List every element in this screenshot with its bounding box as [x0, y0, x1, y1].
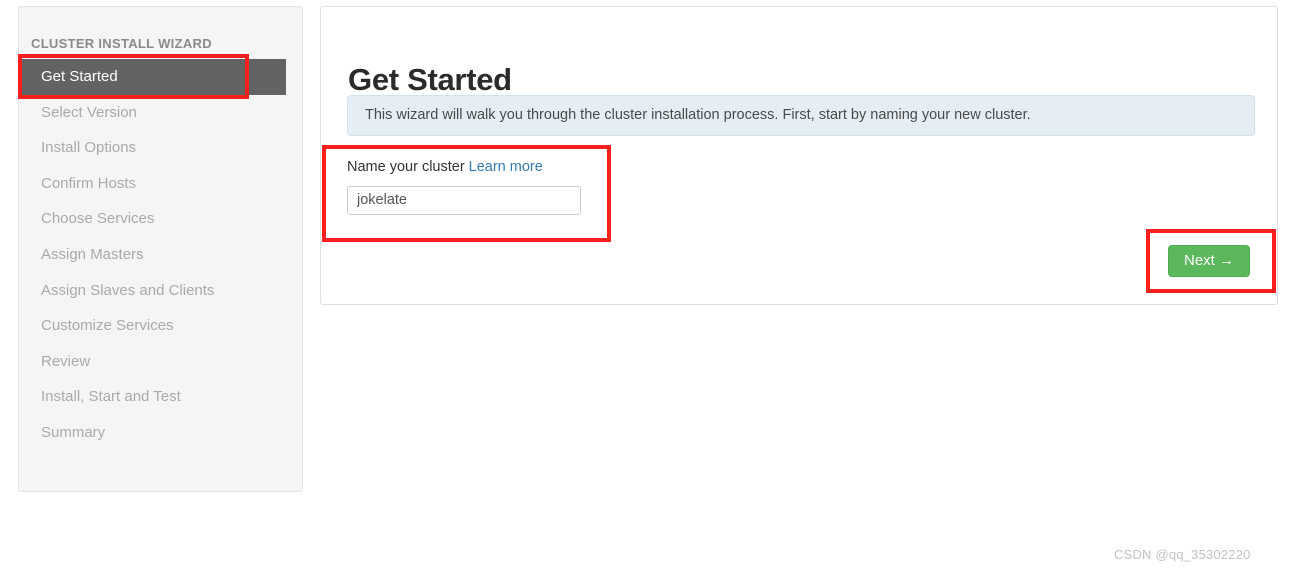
sidebar-item-label: Confirm Hosts — [41, 174, 137, 192]
wizard-info-alert: This wizard will walk you through the cl… — [347, 95, 1255, 136]
sidebar-item-confirm-hosts[interactable]: Confirm Hosts — [19, 166, 302, 202]
sidebar-item-review[interactable]: Review — [19, 344, 302, 380]
sidebar-item-assign-masters[interactable]: Assign Masters — [19, 237, 302, 273]
sidebar-item-label: Customize Services — [41, 317, 174, 335]
sidebar-item-label: Select Version — [41, 103, 137, 121]
learn-more-link[interactable]: Learn more — [469, 159, 543, 175]
get-started-panel: Get Started This wizard will walk you th… — [320, 6, 1278, 305]
sidebar-item-label: Review — [41, 352, 91, 370]
sidebar-item-label: Install, Start and Test — [41, 388, 181, 406]
sidebar-item-label: Install Options — [41, 139, 137, 157]
cluster-name-label: Name your cluster — [347, 159, 465, 175]
page-root: CLUSTER INSTALL WIZARD Get Started Selec… — [0, 0, 1301, 576]
sidebar-item-customize-services[interactable]: Customize Services — [19, 308, 302, 344]
cluster-install-wizard-sidebar: CLUSTER INSTALL WIZARD Get Started Selec… — [18, 6, 303, 492]
sidebar-item-install-start-and-test[interactable]: Install, Start and Test — [19, 379, 302, 415]
next-button[interactable]: Next → — [1168, 245, 1250, 277]
sidebar-item-label: Get Started — [41, 68, 118, 85]
sidebar-item-label: Choose Services — [41, 210, 155, 228]
sidebar-title: CLUSTER INSTALL WIZARD — [31, 36, 212, 51]
page-title: Get Started — [348, 61, 512, 97]
cluster-name-form-group: Name your cluster Learn more — [347, 160, 581, 215]
sidebar-item-select-version[interactable]: Select Version — [19, 95, 302, 131]
wizard-info-alert-text: This wizard will walk you through the cl… — [365, 107, 1031, 123]
sidebar-item-summary[interactable]: Summary — [19, 415, 302, 451]
watermark: CSDN @qq_35302220 — [1114, 547, 1251, 562]
sidebar-item-label: Summary — [41, 423, 106, 441]
sidebar-item-get-started[interactable]: Get Started — [19, 59, 286, 95]
cluster-name-label-row: Name your cluster Learn more — [347, 160, 581, 175]
wizard-step-list: Get Started Select Version Install Optio… — [19, 59, 302, 451]
sidebar-item-label: Assign Slaves and Clients — [41, 281, 215, 299]
cluster-name-input[interactable] — [347, 185, 581, 215]
sidebar-item-install-options[interactable]: Install Options — [19, 130, 302, 166]
sidebar-item-choose-services[interactable]: Choose Services — [19, 201, 302, 237]
sidebar-item-label: Assign Masters — [41, 245, 144, 263]
sidebar-item-assign-slaves-and-clients[interactable]: Assign Slaves and Clients — [19, 273, 302, 309]
